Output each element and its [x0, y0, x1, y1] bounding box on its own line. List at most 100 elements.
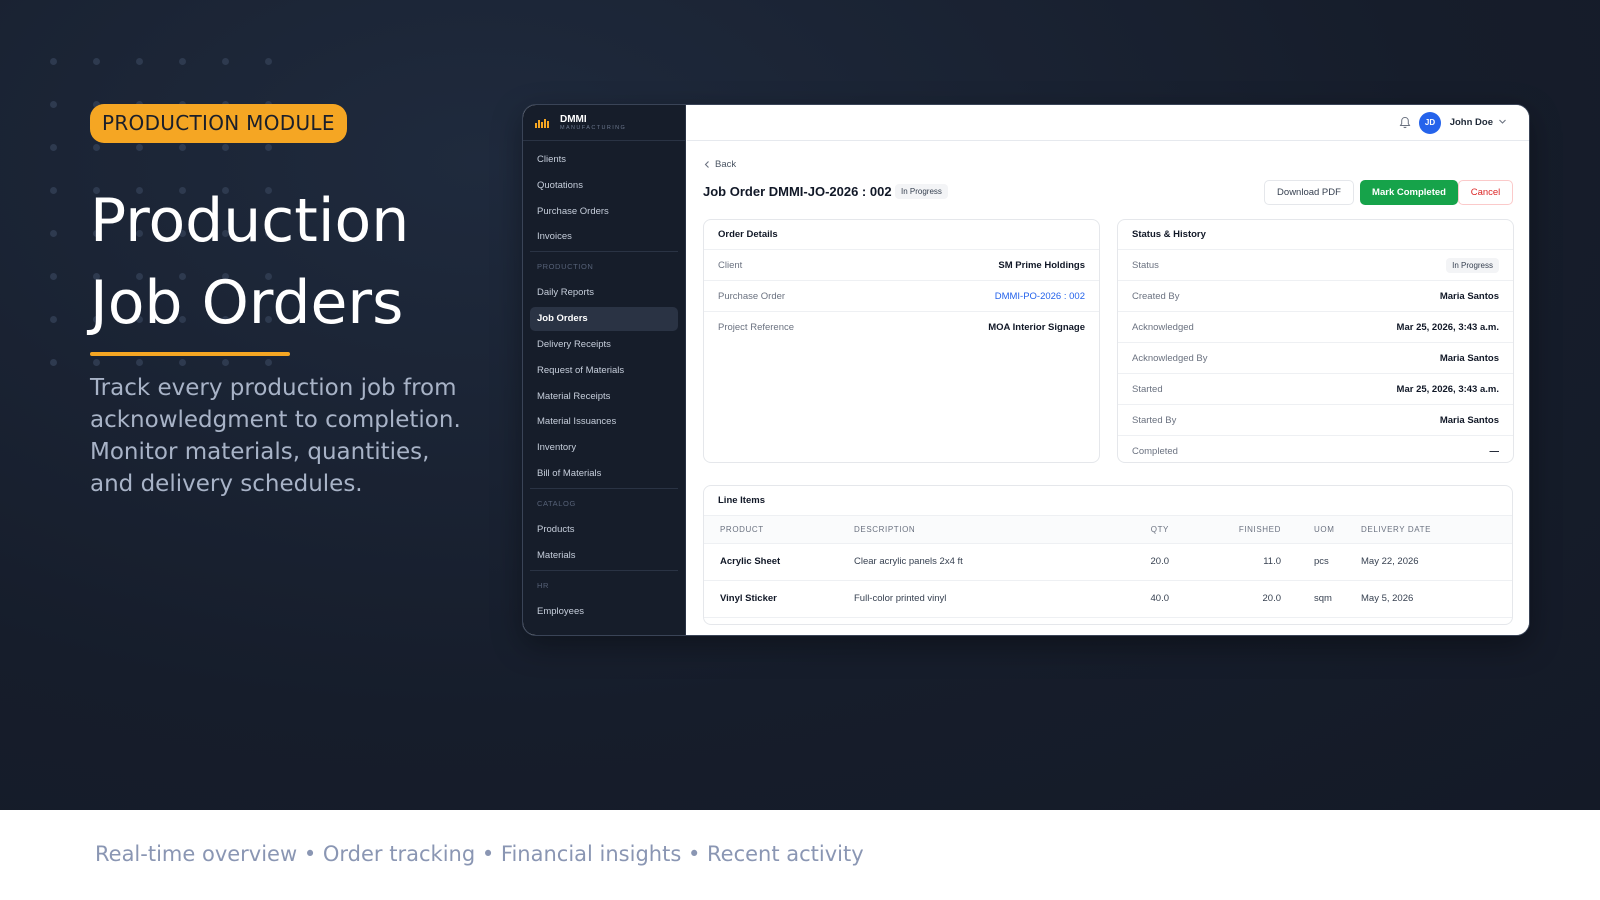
back-link[interactable]: Back	[703, 157, 1513, 171]
topbar: JD John Doe	[687, 105, 1529, 141]
cell-finished: 20.0	[1169, 580, 1281, 618]
history-rows: Created By Maria Santos Acknowledged Mar 25…	[1118, 281, 1513, 462]
sidebar-item-material-receipts[interactable]: Material Receipts	[530, 385, 678, 409]
decorative-dot	[50, 230, 57, 237]
history-key: Completed	[1132, 446, 1178, 457]
decorative-dot	[50, 144, 57, 151]
history-value: —	[1489, 446, 1500, 457]
bell-icon[interactable]	[1399, 116, 1411, 129]
sidebar-item-invoices[interactable]: Invoices	[530, 225, 678, 249]
hero-subtitle: Track every production job from acknowle…	[90, 375, 461, 497]
table-row[interactable]: Acrylic Sheet Clear acrylic panels 2x4 ft…	[704, 543, 1512, 581]
decorative-dot	[222, 144, 229, 151]
detail-key: Project Reference	[718, 322, 795, 333]
sidebar-item-clients[interactable]: Clients	[530, 148, 678, 172]
download-pdf-button[interactable]: Download PDF	[1264, 180, 1354, 205]
history-row: Completed —	[1118, 436, 1513, 462]
decorative-dot	[50, 273, 57, 280]
column-header[interactable]: DESCRIPTION	[854, 516, 1124, 544]
hero-panel: PRODUCTION MODULE Production Job Orders …	[0, 0, 1600, 810]
chevron-down-icon[interactable]	[1498, 117, 1507, 126]
cell-qty: 40.0	[1124, 580, 1169, 618]
history-key: Status	[1132, 259, 1159, 271]
sidebar-item-material-issuances[interactable]: Material Issuances	[530, 410, 678, 434]
status-history-card: Status & History Status In Progress Crea…	[1117, 219, 1514, 463]
cell-qty: 20.0	[1124, 543, 1169, 581]
hero-title: Production Job Orders	[90, 180, 409, 344]
history-row: Started By Maria Santos	[1118, 405, 1513, 436]
line-items-table: PRODUCT DESCRIPTION QTY FINISHED UOM DELIVERY…	[704, 516, 1512, 618]
line-items-card: Line Items PRODUCT DESCRIPTION QTY FINISHED…	[703, 485, 1513, 625]
cell-description: Clear acrylic panels 2x4 ft	[854, 543, 1124, 581]
decorative-dot	[179, 359, 186, 366]
decorative-dot	[265, 144, 272, 151]
decorative-dot	[50, 359, 57, 366]
cell-uom: pcs	[1281, 543, 1361, 581]
decorative-dot	[50, 316, 57, 323]
mark-completed-button[interactable]: Mark Completed	[1360, 180, 1458, 205]
detail-row-client: Client SM Prime Holdings	[704, 250, 1099, 281]
cancel-button[interactable]: Cancel	[1458, 180, 1513, 205]
sidebar-item-purchase-orders[interactable]: Purchase Orders	[530, 200, 678, 224]
history-row: Created By Maria Santos	[1118, 281, 1513, 312]
detail-row-purchase-order: Purchase Order DMMI-PO-2026 : 002	[704, 281, 1099, 312]
status-badge: In Progress	[1446, 257, 1499, 273]
main-content: JD John Doe Back Job Order DMMI-JO-2026 …	[687, 105, 1529, 635]
sidebar-item-daily-reports[interactable]: Daily Reports	[530, 281, 678, 305]
line-items-heading: Line Items	[704, 486, 1512, 516]
decorative-dot	[50, 58, 57, 65]
sidebar-item-materials[interactable]: Materials	[530, 544, 678, 568]
history-key: Acknowledged By	[1132, 352, 1208, 364]
brand-logo-icon	[535, 118, 551, 128]
history-key: Acknowledged	[1132, 321, 1194, 333]
cell-uom: sqm	[1281, 580, 1361, 618]
brand[interactable]: DMMI MANUFACTURING	[523, 105, 685, 141]
history-value: Maria Santos	[1439, 414, 1499, 426]
sidebar-item-products[interactable]: Products	[530, 518, 678, 542]
detail-key: Client	[718, 259, 743, 271]
decorative-dot	[222, 58, 229, 65]
sidebar-item-delivery-receipts[interactable]: Delivery Receipts	[530, 333, 678, 357]
history-value: Maria Santos	[1439, 290, 1499, 302]
cell-delivery: May 5, 2026	[1361, 580, 1512, 618]
page-content: Back Job Order DMMI-JO-2026 : 002 In Pro…	[687, 157, 1529, 625]
table-header-row: PRODUCT DESCRIPTION QTY FINISHED UOM DELIVERY…	[704, 516, 1512, 544]
avatar[interactable]: JD	[1419, 112, 1441, 134]
column-header[interactable]: UOM	[1281, 516, 1361, 544]
column-header[interactable]: DELIVERY DATE	[1361, 516, 1512, 544]
decorative-dot	[265, 359, 272, 366]
column-header[interactable]: PRODUCT	[704, 516, 854, 544]
sidebar-section-catalog: CATALOG	[530, 487, 678, 514]
decorative-dot	[136, 58, 143, 65]
cell-finished: 11.0	[1169, 543, 1281, 581]
decorative-dot	[265, 58, 272, 65]
sidebar-item-bill-of-materials[interactable]: Bill of Materials	[530, 462, 678, 486]
history-value: Mar 25, 2026, 3:43 a.m.	[1396, 383, 1499, 395]
status-badge: In Progress	[895, 184, 948, 199]
sidebar-item-request-of-materials[interactable]: Request of Materials	[530, 359, 678, 383]
sidebar-item-inventory[interactable]: Inventory	[530, 436, 678, 460]
order-details-card: Order Details Client SM Prime Holdings P…	[703, 219, 1100, 463]
chevron-left-icon	[704, 160, 709, 168]
history-row-status: Status In Progress	[1118, 250, 1513, 281]
user-name[interactable]: John Doe	[1450, 117, 1493, 128]
page-header: Job Order DMMI-JO-2026 : 002 In Progress…	[703, 180, 1513, 205]
sidebar-section-production: PRODUCTION	[530, 251, 678, 277]
detail-value: SM Prime Holdings	[998, 259, 1085, 271]
decorative-dot	[93, 359, 100, 366]
cell-delivery: May 22, 2026	[1361, 543, 1512, 581]
table-row[interactable]: Vinyl Sticker Full-color printed vinyl 40.…	[704, 580, 1512, 618]
column-header[interactable]: QTY	[1124, 516, 1169, 544]
decorative-dot	[50, 101, 57, 108]
history-value: Maria Santos	[1439, 352, 1499, 364]
history-key: Started By	[1132, 414, 1177, 426]
column-header[interactable]: FINISHED	[1169, 516, 1281, 544]
purchase-order-link[interactable]: DMMI-PO-2026 : 002	[995, 291, 1085, 302]
hero-title-line-2: Job Orders	[90, 268, 404, 338]
cell-product: Vinyl Sticker	[704, 580, 854, 618]
sidebar-item-quotations[interactable]: Quotations	[530, 174, 678, 198]
sidebar-item-employees[interactable]: Employees	[530, 600, 678, 624]
sidebar-item-job-orders[interactable]: Job Orders	[530, 307, 678, 332]
detail-value: MOA Interior Signage	[988, 322, 1085, 333]
history-row: Acknowledged Mar 25, 2026, 3:43 a.m.	[1118, 312, 1513, 343]
